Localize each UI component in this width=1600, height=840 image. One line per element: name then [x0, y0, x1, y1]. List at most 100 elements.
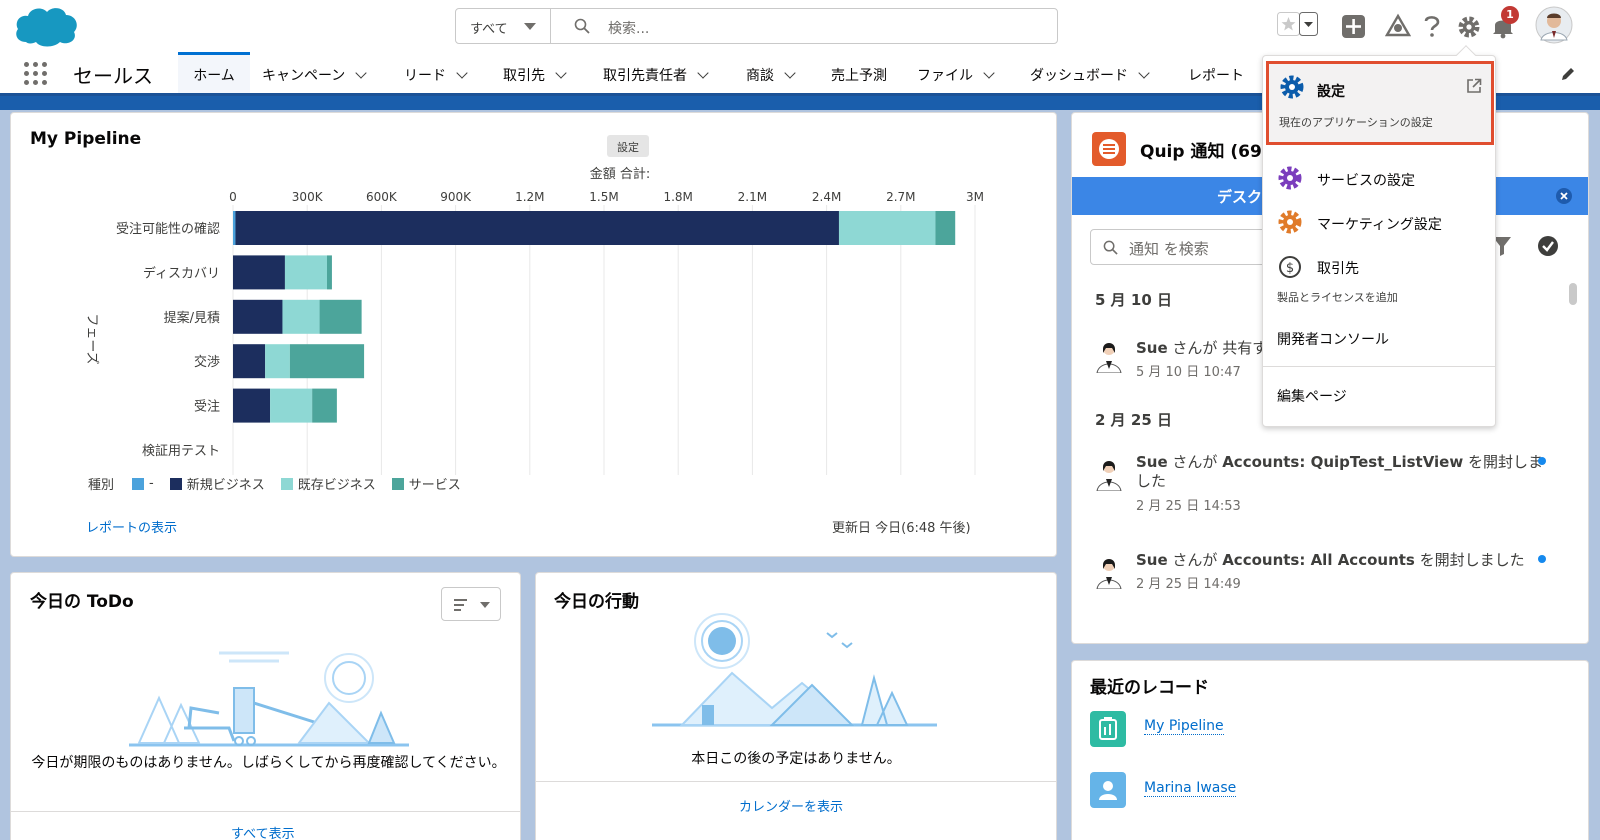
trailhead-icon[interactable] [1385, 10, 1411, 42]
x-tick-label: 1.8M [663, 190, 692, 204]
bar-segment [233, 255, 285, 290]
card-title: 今日の ToDo [30, 592, 134, 612]
star-icon[interactable] [1277, 10, 1325, 38]
legend-swatch [280, 477, 293, 490]
events-empty-message: 本日この後の予定はありません。 [691, 751, 901, 767]
bar-segment [265, 344, 290, 379]
mark-all-read-check-icon[interactable] [1537, 235, 1559, 257]
bar-segment [235, 211, 839, 245]
view-report-link[interactable]: レポートの表示 [86, 517, 177, 536]
setup-gear-icon [1280, 75, 1304, 99]
category-label: 提案/見積 [164, 310, 220, 326]
legend-entry: 新規ビジネス [186, 478, 265, 493]
bar-segment [284, 255, 327, 290]
chart-title: 金額 合計: [590, 166, 651, 182]
bar-segment [233, 388, 271, 423]
x-tick-label: 3M [966, 190, 984, 204]
x-tick-label: 600K [366, 190, 398, 204]
dollar-sync-icon: $ [1279, 256, 1301, 278]
legend-entry: - [149, 476, 154, 491]
category-label: 受注可能性の確認 [116, 221, 220, 237]
bar-segment [282, 299, 320, 334]
category-label: 受注 [194, 400, 220, 415]
category-label: ディスカバリ [143, 265, 220, 281]
x-tick-label: 900K [440, 190, 472, 204]
close-icon[interactable] [1556, 188, 1572, 204]
recent-records-card: 最近のレコード My Pipeline Marina Iwase [1071, 660, 1589, 840]
quip-logo-icon [1092, 132, 1126, 166]
last-updated-text: 更新日 今日(6:48 午後) [832, 521, 971, 536]
todays-events-card: 今日の行動 本日この後の予定はありません。 カレンダーを表示 [535, 572, 1057, 840]
settings-tooltip: 設定 [607, 135, 649, 157]
empty-state-illustration [652, 613, 937, 727]
bar-segment [233, 299, 283, 334]
recent-record-link[interactable]: Marina Iwase [1144, 780, 1237, 797]
user-avatar [1096, 461, 1122, 491]
chevron-down-icon[interactable] [1138, 67, 1150, 79]
help-icon[interactable] [1421, 10, 1443, 42]
view-all-link[interactable]: すべて表示 [231, 823, 295, 840]
legend-entry: 既存ビジネス [297, 478, 376, 493]
x-tick-label: 2.4M [812, 190, 841, 204]
notification-search-input[interactable]: 通知 を検索 [1090, 229, 1280, 265]
external-link-icon[interactable] [1466, 78, 1482, 94]
x-tick-label: 2.7M [886, 190, 915, 204]
search-icon [1103, 240, 1118, 255]
bar-segment [319, 299, 362, 334]
view-calendar-link[interactable]: カレンダーを表示 [739, 796, 843, 815]
x-tick-label: 1.5M [589, 190, 618, 204]
service-gear-icon [1278, 166, 1302, 190]
legend-entry: サービス [408, 478, 461, 493]
category-label: 交渉 [194, 354, 220, 370]
legend-title: 種別 [88, 478, 115, 493]
edit-page-menu-item[interactable]: 編集ページ [1277, 386, 1347, 406]
user-avatar [1096, 559, 1122, 589]
date-group-header: 2 月 25 日 [1095, 411, 1172, 429]
bar-segment [312, 388, 337, 423]
bar-segment [935, 211, 956, 245]
global-actions-plus-icon[interactable] [1341, 10, 1367, 42]
svg-text:$: $ [1286, 261, 1294, 276]
legend-swatch [169, 477, 182, 490]
legend-swatch [391, 477, 404, 490]
x-tick-label: 0 [229, 190, 237, 204]
bar-segment [326, 255, 332, 290]
unread-dot [1538, 555, 1546, 563]
pipeline-chart: 金額 合計: 0 300K 600K 900K 1.2M 1.5M 1.8M 2.1M 2.4M 2… [84, 166, 984, 475]
bar-segment [289, 344, 365, 379]
developer-console-menu-item[interactable]: 開発者コンソール [1277, 329, 1389, 349]
tab-dashboards[interactable]: ダッシュボード [1030, 52, 1150, 93]
user-avatar [1096, 343, 1122, 373]
sort-menu-button[interactable] [441, 587, 501, 621]
x-tick-label: 2.1M [738, 190, 767, 204]
favorites-control[interactable] [1277, 10, 1325, 42]
todays-todo-card: 今日の ToDo 今日が期限のものはありません。しばらくしてから再度確認してくだ… [10, 572, 521, 840]
bar-segment [270, 388, 313, 423]
bar-segment [233, 211, 236, 245]
gear-icon[interactable] [1456, 10, 1482, 42]
bar-segment [838, 211, 936, 245]
setup-dropdown-menu: 設定 現在のアプリケーションの設定 サービスの設定 マーケティング設定 $ 取引… [1262, 45, 1496, 427]
scrollbar-thumb[interactable] [1569, 283, 1577, 305]
user-avatar[interactable] [1535, 6, 1573, 44]
empty-state-illustration [129, 651, 409, 747]
x-tick-label: 300K [292, 190, 324, 204]
tab-reports[interactable]: レポート [1188, 52, 1244, 93]
date-group-header: 5 月 10 日 [1095, 291, 1172, 309]
setup-menu-item[interactable]: 設定 現在のアプリケーションの設定 [1266, 61, 1494, 145]
edit-nav-pencil-icon[interactable] [1560, 66, 1576, 82]
card-title: 今日の行動 [554, 592, 639, 612]
card-title: Quip 通知 (69) [1140, 142, 1270, 162]
notification-count-badge: 1 [1501, 6, 1519, 24]
sort-icon [454, 599, 490, 611]
category-label: 検証用テスト [142, 444, 220, 459]
todo-empty-message: 今日が期限のものはありません。しばらくしてから再度確認してください。 [31, 755, 506, 771]
unread-dot [1538, 457, 1546, 465]
bar-segment [233, 344, 266, 379]
marketing-gear-icon [1278, 210, 1302, 234]
y-axis-label: フェーズ [84, 313, 100, 364]
report-icon [1090, 711, 1126, 747]
contact-icon [1090, 772, 1126, 808]
recent-record-link[interactable]: My Pipeline [1144, 718, 1224, 735]
card-title: 最近のレコード [1090, 678, 1209, 698]
